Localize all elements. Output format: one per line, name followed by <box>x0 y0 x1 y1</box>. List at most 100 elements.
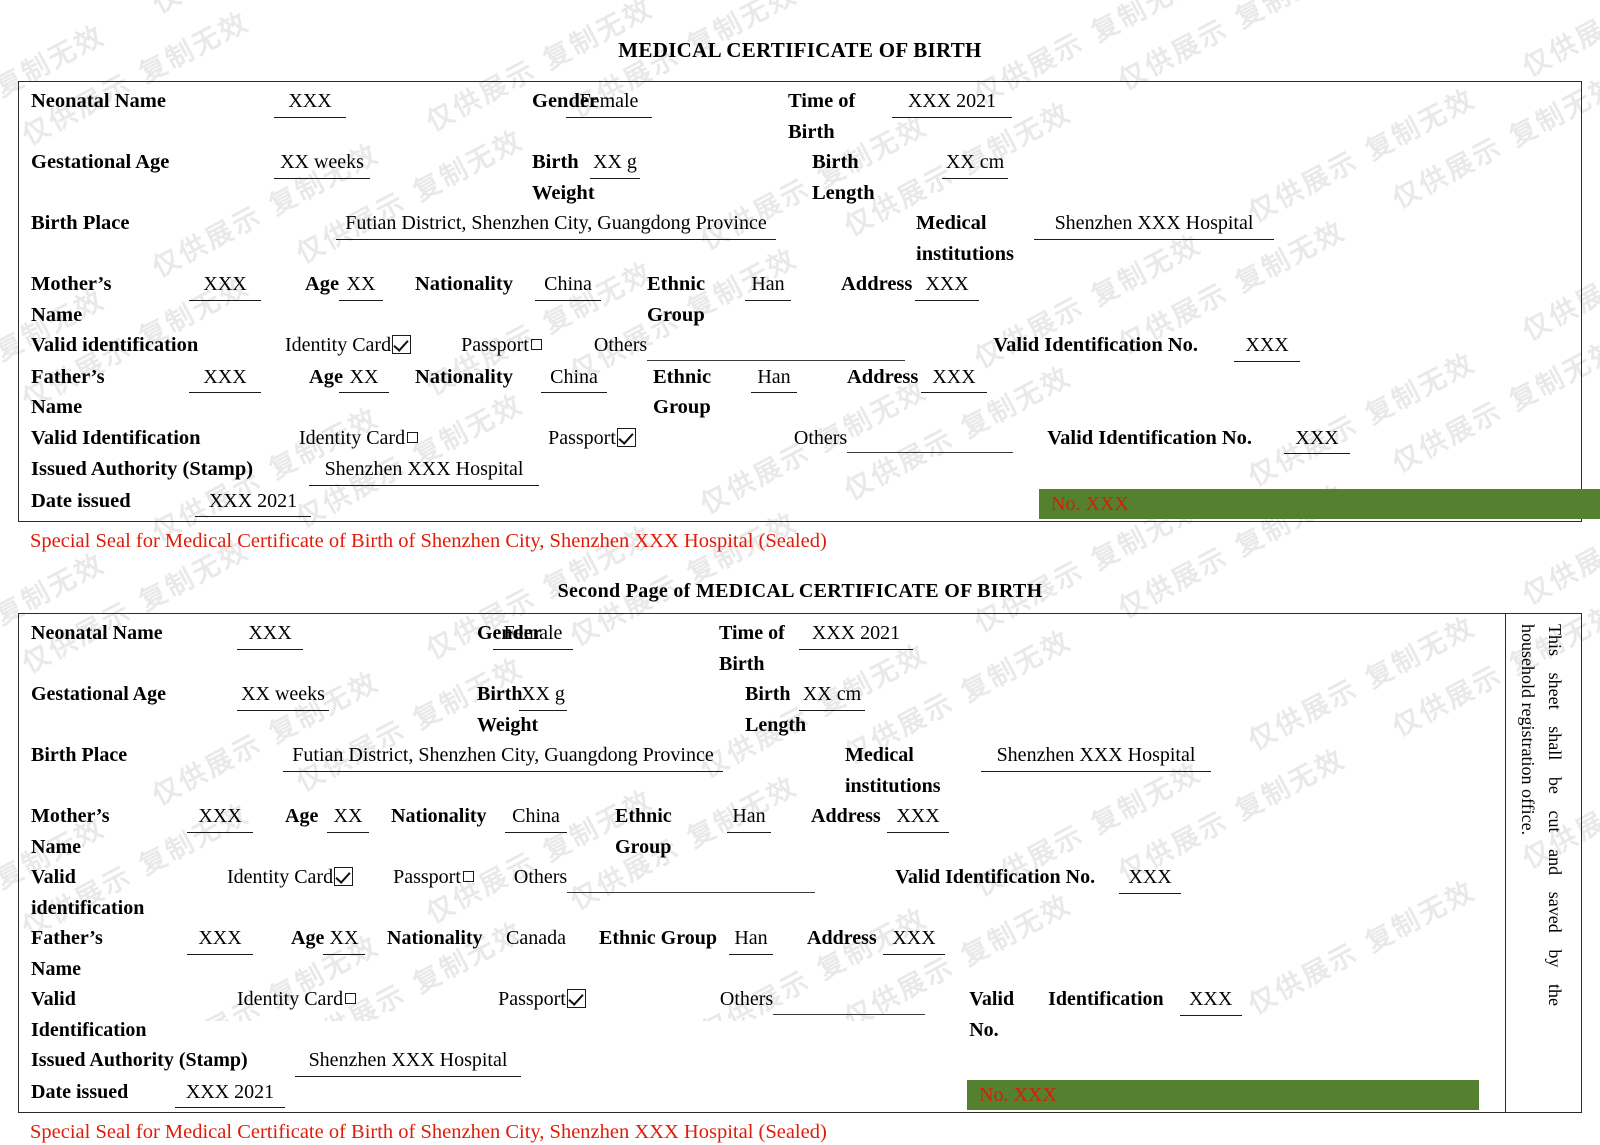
page-title-1: MEDICAL CERTIFICATE OF BIRTH <box>618 38 982 62</box>
father-passport-checkbox[interactable] <box>566 989 586 1008</box>
value-gestational-age[interactable]: XX weeks <box>274 147 370 179</box>
passport-label: Passport <box>393 866 461 888</box>
value-mother-age[interactable]: XX <box>327 801 369 833</box>
father-others-input[interactable] <box>773 993 926 1015</box>
mother-passport-checkbox[interactable] <box>530 339 542 350</box>
label-father-valid-id-no-line1: Valid <box>969 988 1015 1010</box>
value-father-ethnic[interactable]: Han <box>751 362 797 393</box>
mother-others-input[interactable] <box>647 339 906 361</box>
table-row: Father’s Name XXX Age XX Nationality Can… <box>19 923 1581 984</box>
mother-passport-option[interactable]: Passport <box>393 862 474 893</box>
certificate-number-banner-1: No. XXX <box>1039 489 1600 519</box>
table-row: Birth Place Futian District, Shenzhen Ci… <box>19 208 1581 269</box>
mother-others-option[interactable]: Others <box>514 862 816 893</box>
label-mother-address: Address <box>841 273 913 295</box>
certificate-number-banner-2: No. XXX <box>967 1080 1479 1110</box>
value-birth-weight[interactable]: XX g <box>519 679 567 711</box>
father-passport-checkbox[interactable] <box>616 427 636 447</box>
value-time-of-birth[interactable]: XXX 2021 <box>892 86 1012 118</box>
father-passport-option[interactable]: Passport <box>548 423 636 454</box>
label-father-ethnic-group: Ethnic Group <box>599 927 717 949</box>
label-birth-place: Birth Place <box>31 744 128 766</box>
value-mother-address[interactable]: XXX <box>915 269 979 301</box>
value-mother-address[interactable]: XXX <box>887 801 949 833</box>
value-mother-age[interactable]: XX <box>339 269 383 301</box>
value-medical-institutions[interactable]: Shenzhen XXX Hospital <box>1034 208 1274 240</box>
value-father-age[interactable]: XX <box>323 923 365 955</box>
value-mother-name[interactable]: XXX <box>189 269 261 301</box>
label-mother-ethnic-group: Ethnic Group <box>615 805 672 858</box>
label-father-ethnic-line2: Group <box>653 396 711 418</box>
value-issued-authority[interactable]: Shenzhen XXX Hospital <box>295 1045 521 1077</box>
value-mother-ethnic[interactable]: Han <box>745 269 791 301</box>
label-father-valid-id-no-line3: No. <box>969 1018 999 1041</box>
value-gestational-age[interactable]: XX weeks <box>237 679 329 711</box>
mother-identity-card-checkbox[interactable] <box>392 335 412 354</box>
others-label: Others <box>593 334 648 356</box>
label-birth-length: Birth Length <box>812 151 875 204</box>
value-father-nationality[interactable]: Canada <box>495 923 577 954</box>
label-mothers-name-line2: Name <box>31 303 83 326</box>
label-mother-valid-id-no: Valid Identification No. <box>993 334 1199 356</box>
value-father-name[interactable]: XXX <box>187 923 253 955</box>
value-date-issued[interactable]: XXX 2021 <box>175 1077 285 1108</box>
value-father-address[interactable]: XXX <box>883 923 945 955</box>
mother-others-option[interactable]: Others <box>593 330 906 361</box>
value-father-name[interactable]: XXX <box>189 362 261 393</box>
value-mother-nationality[interactable]: China <box>535 269 601 301</box>
value-father-ethnic[interactable]: Han <box>729 923 773 955</box>
certificate-number-2: No. XXX <box>979 1084 1057 1106</box>
label-mothers-name-line1: Mother’s <box>31 805 110 827</box>
mother-passport-option[interactable]: Passport <box>461 330 542 361</box>
mother-passport-checkbox[interactable] <box>462 871 474 882</box>
value-father-valid-id-no[interactable]: XXX <box>1284 423 1351 454</box>
mother-others-input[interactable] <box>567 871 816 893</box>
value-date-issued[interactable]: XXX 2021 <box>195 486 311 517</box>
value-gender[interactable]: Female <box>566 86 652 118</box>
value-time-of-birth[interactable]: XXX 2021 <box>799 618 913 650</box>
label-mother-age: Age <box>285 805 319 827</box>
value-father-age[interactable]: XX <box>339 362 389 393</box>
label-mother-nationality: Nationality <box>415 273 513 295</box>
value-neonatal-name[interactable]: XXX <box>274 86 346 118</box>
value-birth-length[interactable]: XX cm <box>799 679 865 711</box>
value-mother-valid-id-no[interactable]: XXX <box>1234 330 1301 362</box>
value-gender[interactable]: Female <box>493 618 573 650</box>
value-neonatal-name[interactable]: XXX <box>237 618 303 650</box>
father-identity-card-checkbox[interactable] <box>407 431 419 443</box>
value-birth-place[interactable]: Futian District, Shenzhen City, Guangdon… <box>283 740 723 772</box>
mother-identity-card-option[interactable]: Identity Card <box>227 862 354 893</box>
value-birth-place[interactable]: Futian District, Shenzhen City, Guangdon… <box>336 208 776 240</box>
value-birth-weight[interactable]: XX g <box>590 147 640 179</box>
value-mother-valid-id-no[interactable]: XXX <box>1119 862 1182 894</box>
mother-identity-card-checkbox[interactable] <box>334 867 354 886</box>
value-father-valid-id-no[interactable]: XXX <box>1179 984 1242 1016</box>
value-birth-length[interactable]: XX cm <box>942 147 1008 179</box>
table-row: Neonatal Name XXX Gender Female Time of … <box>19 82 1581 147</box>
father-identity-card-checkbox[interactable] <box>345 993 357 1004</box>
father-others-option[interactable]: Others <box>720 984 926 1015</box>
father-identity-card-option[interactable]: Identity Card <box>299 423 419 454</box>
table-row: Valid Identification Identity Card Passp… <box>19 984 1581 1045</box>
father-others-input[interactable] <box>847 431 1014 453</box>
value-father-address[interactable]: XXX <box>921 362 987 393</box>
value-medical-institutions[interactable]: Shenzhen XXX Hospital <box>981 740 1211 772</box>
table-row: Birth Place Futian District, Shenzhen Ci… <box>19 740 1581 801</box>
page-title-2: Second Page of MEDICAL CERTIFICATE OF BI… <box>557 580 1043 602</box>
label-valid-identification-father-line2: Identification <box>31 1018 147 1041</box>
table-row: Valid Identification Identity Card Passp… <box>19 423 1581 454</box>
value-issued-authority[interactable]: Shenzhen XXX Hospital <box>309 454 539 486</box>
value-father-nationality[interactable]: China <box>541 362 607 393</box>
father-others-option[interactable]: Others <box>794 423 1014 453</box>
father-identity-card-option[interactable]: Identity Card <box>237 984 357 1015</box>
label-father-address: Address <box>847 365 919 388</box>
mother-identity-card-option[interactable]: Identity Card <box>285 330 412 361</box>
value-mother-nationality[interactable]: China <box>505 801 567 833</box>
page-2: Second Page of MEDICAL CERTIFICATE OF BI… <box>0 580 1600 1145</box>
value-mother-name[interactable]: XXX <box>187 801 253 833</box>
label-father-age: Age <box>291 927 325 949</box>
label-gender: Gender <box>532 90 599 112</box>
value-mother-ethnic[interactable]: Han <box>727 801 771 833</box>
father-passport-option[interactable]: Passport <box>498 984 586 1015</box>
seal-text-2: Special Seal for Medical Certificate of … <box>30 1121 827 1143</box>
